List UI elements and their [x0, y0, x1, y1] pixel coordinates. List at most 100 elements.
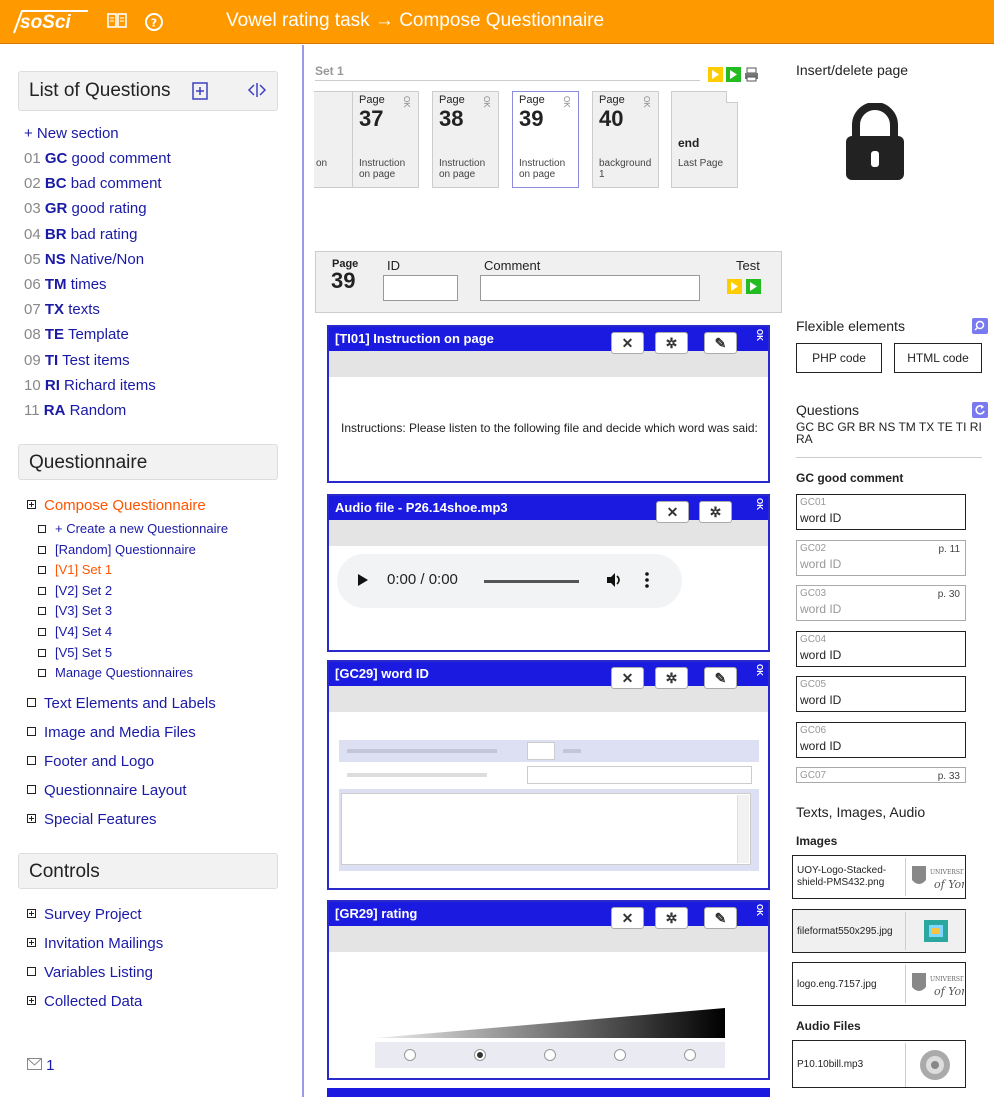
left-panel: List of Questions + New section 01 GC go… — [0, 45, 304, 1097]
refresh-icon[interactable] — [972, 402, 988, 418]
page-id-input[interactable] — [383, 275, 458, 301]
audio-files-label: Audio Files — [796, 1019, 861, 1033]
page-card[interactable]: Page 40 background 1 OK — [592, 91, 659, 188]
list-of-questions-title: List of Questions — [29, 80, 171, 101]
question-card[interactable]: GC06 word ID — [796, 721, 966, 758]
nav-section[interactable]: Footer and Logo — [27, 753, 154, 770]
test-run-icon[interactable] — [746, 279, 761, 294]
image-file-item[interactable]: UOY-Logo-Stacked-shield-PMS432.png UNIVER… — [792, 855, 973, 899]
audio-file-item[interactable]: P10.10bill.mp3 — [792, 1040, 966, 1088]
page-card[interactable]: end Last Page — [671, 91, 738, 188]
question-section-br[interactable]: 04 BR bad rating — [24, 226, 137, 243]
question-section-ti[interactable]: 09 TI Test items — [24, 352, 130, 369]
question-section-ns[interactable]: 05 NS Native/Non — [24, 251, 144, 268]
nav-control[interactable]: Collected Data — [27, 993, 142, 1010]
settings-icon[interactable]: ✲ — [699, 501, 732, 523]
edit-icon[interactable]: ✎ — [704, 907, 737, 929]
settings-icon[interactable]: ✲ — [655, 907, 688, 929]
nav-control[interactable]: Variables Listing — [27, 964, 153, 981]
rating-radio[interactable] — [544, 1049, 556, 1061]
nav-control[interactable]: Survey Project — [27, 906, 142, 923]
audio-progress-bar[interactable] — [484, 580, 579, 583]
svg-text:UNIVERSITY: UNIVERSITY — [930, 869, 964, 876]
question-section-tm[interactable]: 06 TM times — [24, 276, 107, 293]
question-card[interactable]: GC07 p. 33 — [796, 767, 966, 783]
collapse-panel-icon[interactable] — [247, 82, 267, 104]
block-header[interactable]: [GR29] rating OK — [329, 902, 768, 926]
nav-section[interactable]: Special Features — [27, 811, 157, 828]
preview-icon[interactable] — [708, 67, 723, 82]
nav-section[interactable]: Text Elements and Labels — [27, 695, 216, 712]
edit-icon[interactable]: ✎ — [704, 332, 737, 354]
question-section-gc[interactable]: 01 GC good comment — [24, 150, 171, 167]
book-icon[interactable] — [106, 12, 128, 32]
texts-images-audio-title: Texts, Images, Audio — [796, 804, 926, 820]
questionnaire-item[interactable]: [V5] Set 5 — [38, 645, 112, 660]
rating-radio[interactable] — [684, 1049, 696, 1061]
question-card[interactable]: GC02 p. 11 word ID — [796, 539, 966, 576]
question-card[interactable]: GC04 word ID — [796, 630, 966, 667]
audio-player[interactable]: 0:00 / 0:00 — [337, 554, 682, 608]
php-code-button[interactable]: PHP code — [796, 343, 882, 373]
block-header[interactable]: [TI01] Instruction on page OK — [329, 327, 768, 351]
settings-icon[interactable]: ✲ — [655, 332, 688, 354]
questionnaire-item[interactable]: + Create a new Questionnaire — [38, 521, 228, 536]
lock-icon[interactable] — [842, 102, 908, 184]
run-icon[interactable] — [726, 67, 741, 82]
nav-section[interactable]: Image and Media Files — [27, 724, 196, 741]
html-code-button[interactable]: HTML code — [894, 343, 982, 373]
question-section-bc[interactable]: 02 BC bad comment — [24, 175, 162, 192]
page-card[interactable]: Page 38 Instruction on page OK — [432, 91, 499, 188]
question-card[interactable]: GC03 p. 30 word ID — [796, 585, 966, 621]
rating-radio[interactable] — [614, 1049, 626, 1061]
question-section-gr[interactable]: 03 GR good rating — [24, 200, 147, 217]
questionnaire-item[interactable]: [Random] Questionnaire — [38, 542, 196, 557]
delete-icon[interactable]: ✕ — [656, 501, 689, 523]
block-header[interactable]: [GC29] word ID OK — [329, 662, 768, 686]
edit-icon[interactable]: ✎ — [704, 667, 737, 689]
more-options-icon[interactable] — [644, 571, 650, 592]
question-section-ra[interactable]: 11 RA Random — [24, 402, 126, 419]
delete-icon[interactable]: ✕ — [611, 667, 644, 689]
test-preview-icon[interactable] — [727, 279, 742, 294]
questionnaire-item[interactable]: Manage Questionnaires — [38, 665, 193, 680]
question-card[interactable]: GC01 word ID — [796, 494, 966, 530]
new-section-link[interactable]: + New section — [24, 125, 119, 142]
nav-control[interactable]: Invitation Mailings — [27, 935, 163, 952]
play-icon[interactable] — [357, 573, 369, 590]
questionnaire-item[interactable]: [V4] Set 4 — [38, 624, 112, 639]
svg-text:of York: of York — [934, 878, 964, 891]
question-section-te[interactable]: 08 TE Template — [24, 326, 129, 343]
sosci-logo[interactable]: soSci — [12, 9, 90, 35]
help-icon[interactable]: ? — [143, 12, 165, 32]
settings-icon[interactable]: ✲ — [655, 667, 688, 689]
print-icon[interactable] — [744, 67, 759, 82]
page-card[interactable]: Page 37 Instruction on page OK — [352, 91, 419, 188]
set-label: Set 1 — [315, 64, 344, 78]
image-file-item[interactable]: fileformat550x295.jpg — [792, 909, 966, 953]
questionnaire-item[interactable]: [V3] Set 3 — [38, 603, 112, 618]
gc-section-header: GC good comment — [796, 471, 904, 485]
delete-icon[interactable]: ✕ — [611, 907, 644, 929]
search-icon[interactable] — [972, 318, 988, 334]
nav-section[interactable]: Questionnaire Layout — [27, 782, 187, 799]
questionnaire-item[interactable]: [V1] Set 1 — [38, 562, 112, 577]
image-file-item[interactable]: logo.eng.7157.jpgUNIVERSITYof York — [792, 962, 973, 1006]
add-section-icon[interactable] — [192, 82, 208, 106]
rating-radio[interactable] — [474, 1049, 486, 1061]
image-thumbnail: UNIVERSITY of York — [905, 858, 973, 896]
block-toolbar — [329, 686, 768, 712]
question-section-tx[interactable]: 07 TX texts — [24, 301, 100, 318]
question-codes-list[interactable]: GC BC GR BR NS TM TX TE TI RI RA — [796, 421, 982, 445]
delete-icon[interactable]: ✕ — [611, 332, 644, 354]
page-card[interactable]: Page 39 Instruction on page OK — [512, 91, 579, 188]
question-block-gc29: [GC29] word ID OK ✕ ✲ ✎ — [327, 660, 770, 890]
rating-radio[interactable] — [404, 1049, 416, 1061]
mail-indicator[interactable]: 1 — [27, 1057, 55, 1074]
volume-icon[interactable] — [605, 571, 623, 592]
questionnaire-item[interactable]: [V2] Set 2 — [38, 583, 112, 598]
nav-compose-questionnaire[interactable]: Compose Questionnaire — [27, 497, 206, 514]
question-section-ri[interactable]: 10 RI Richard items — [24, 377, 156, 394]
question-card[interactable]: GC05 word ID — [796, 676, 966, 712]
page-comment-input[interactable] — [480, 275, 700, 301]
